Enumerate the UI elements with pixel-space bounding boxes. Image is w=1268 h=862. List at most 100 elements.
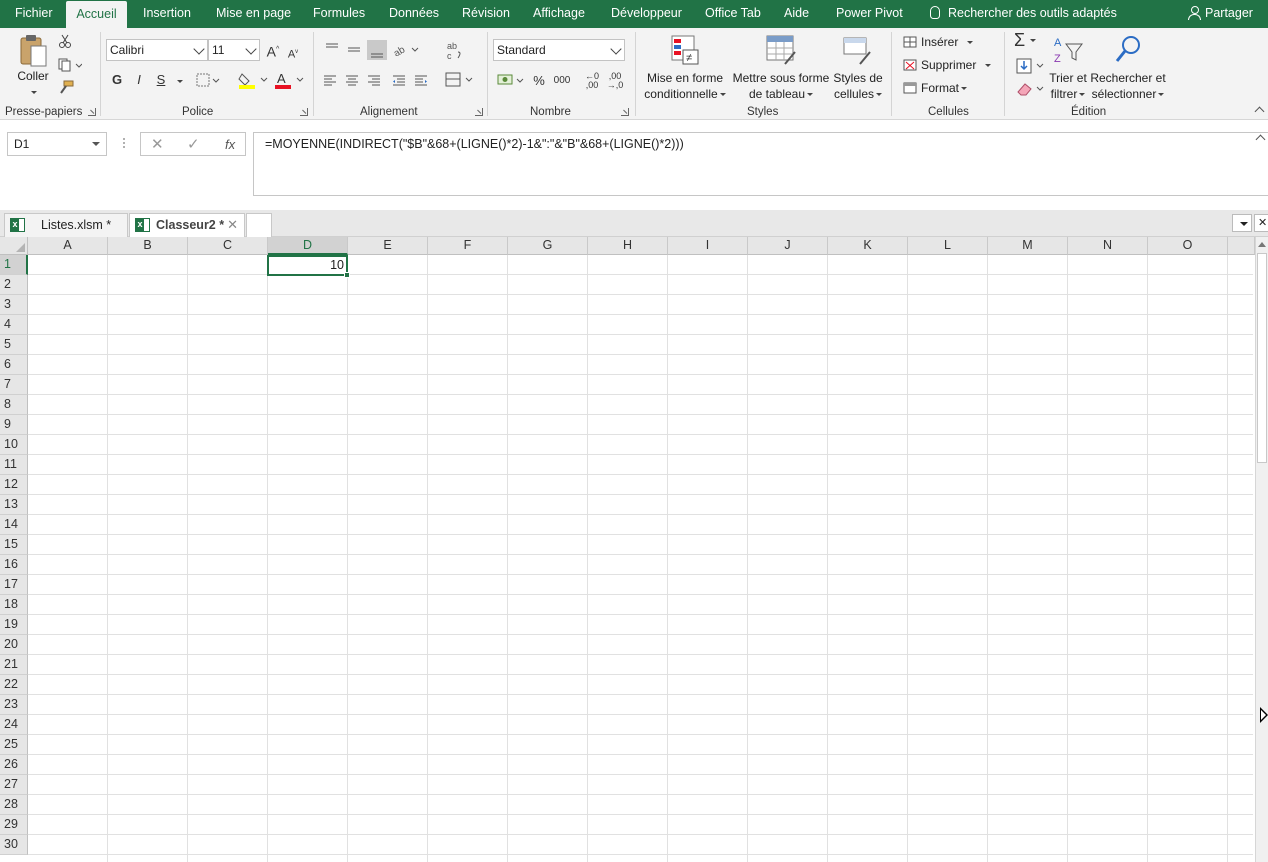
row-header[interactable]: 16 xyxy=(0,555,28,575)
horizontal-align-icons[interactable] xyxy=(323,74,441,88)
tab-developpeur[interactable]: Développeur xyxy=(611,0,682,28)
tab-fichier[interactable]: Fichier xyxy=(15,0,53,28)
italic-button[interactable]: I xyxy=(132,72,146,88)
column-header-c[interactable]: C xyxy=(188,237,268,255)
delete-cells-button[interactable]: Supprimer xyxy=(903,57,992,73)
row-header[interactable]: 3 xyxy=(0,295,28,315)
column-header-d[interactable]: D xyxy=(268,237,348,255)
row-header[interactable]: 15 xyxy=(0,535,28,555)
row-header[interactable]: 23 xyxy=(0,695,28,715)
copy-icon[interactable] xyxy=(58,58,82,72)
row-header[interactable]: 6 xyxy=(0,355,28,375)
format-cells-button[interactable]: Format xyxy=(903,80,968,96)
tab-mise-en-page[interactable]: Mise en page xyxy=(216,0,291,28)
bold-button[interactable]: G xyxy=(110,72,124,88)
row-header[interactable]: 5 xyxy=(0,335,28,355)
find-select-button[interactable]: Rechercher et sélectionner xyxy=(1090,34,1166,102)
column-header-l[interactable]: L xyxy=(908,237,988,255)
tab-affichage[interactable]: Affichage xyxy=(533,0,585,28)
merge-center-icon[interactable] xyxy=(445,72,475,88)
row-header[interactable]: 20 xyxy=(0,635,28,655)
conditional-formatting-button[interactable]: ≠ Mise en forme conditionnelle xyxy=(641,34,729,102)
cancel-icon[interactable]: ✕ xyxy=(151,135,164,153)
cell-area[interactable]: 10 xyxy=(28,255,1253,862)
column-header-k[interactable]: K xyxy=(828,237,908,255)
cell-styles-button[interactable]: Styles de cellules xyxy=(831,34,885,102)
format-painter-icon[interactable] xyxy=(58,80,74,94)
row-header[interactable]: 19 xyxy=(0,615,28,635)
insert-function-button[interactable]: fx xyxy=(225,137,235,152)
scissors-icon[interactable] xyxy=(58,34,72,48)
search-tools[interactable]: Rechercher des outils adaptés xyxy=(930,0,1117,28)
tab-insertion[interactable]: Insertion xyxy=(143,0,191,28)
row-header[interactable]: 7 xyxy=(0,375,28,395)
column-header-h[interactable]: H xyxy=(588,237,668,255)
row-header[interactable]: 11 xyxy=(0,455,28,475)
fill-color-icon[interactable] xyxy=(238,71,268,89)
insert-cells-button[interactable]: Insérer xyxy=(903,34,974,50)
scrollbar-thumb[interactable] xyxy=(1257,253,1267,463)
column-header-j[interactable]: J xyxy=(748,237,828,255)
row-header[interactable]: 21 xyxy=(0,655,28,675)
collapse-ribbon-icon[interactable] xyxy=(1254,106,1265,117)
row-header[interactable]: 14 xyxy=(0,515,28,535)
column-header-m[interactable]: M xyxy=(988,237,1068,255)
new-tab-button[interactable] xyxy=(246,213,272,237)
autosum-icon[interactable]: Σ xyxy=(1014,31,1050,49)
tab-office-tab[interactable]: Office Tab xyxy=(705,0,761,28)
tab-revision[interactable]: Révision xyxy=(462,0,510,28)
increase-decimal-icon[interactable]: ←0,00 xyxy=(582,72,602,90)
currency-icon[interactable] xyxy=(497,72,525,90)
vertical-scrollbar[interactable] xyxy=(1255,237,1268,862)
font-size-select[interactable]: 11 xyxy=(208,39,260,61)
active-cell[interactable]: 10 xyxy=(267,255,350,278)
eraser-icon[interactable] xyxy=(1016,81,1046,97)
fill-icon[interactable] xyxy=(1016,58,1046,74)
column-header-o[interactable]: O xyxy=(1148,237,1228,255)
enter-icon[interactable]: ✓ xyxy=(187,135,200,153)
row-header[interactable]: 17 xyxy=(0,575,28,595)
column-header-b[interactable]: B xyxy=(108,237,188,255)
percent-button[interactable]: % xyxy=(531,73,547,89)
column-header-e[interactable]: E xyxy=(348,237,428,255)
tab-donnees[interactable]: Données xyxy=(389,0,439,28)
wrap-text-icon[interactable]: abc xyxy=(447,40,463,60)
tab-accueil[interactable]: Accueil xyxy=(66,1,127,28)
font-color-icon[interactable]: A xyxy=(274,71,304,89)
borders-icon[interactable] xyxy=(196,73,220,87)
scroll-up-icon[interactable] xyxy=(1258,242,1266,247)
row-header[interactable]: 2 xyxy=(0,275,28,295)
fill-handle[interactable] xyxy=(344,272,350,278)
select-all-button[interactable] xyxy=(0,237,28,255)
row-header[interactable]: 13 xyxy=(0,495,28,515)
row-header[interactable]: 10 xyxy=(0,435,28,455)
column-header-g[interactable]: G xyxy=(508,237,588,255)
orientation-icon[interactable]: ab xyxy=(393,42,419,56)
row-header[interactable]: 9 xyxy=(0,415,28,435)
row-header[interactable]: 26 xyxy=(0,755,28,775)
row-header[interactable]: 27 xyxy=(0,775,28,795)
tab-power-pivot[interactable]: Power Pivot xyxy=(836,0,903,28)
row-header[interactable]: 18 xyxy=(0,595,28,615)
row-header[interactable]: 24 xyxy=(0,715,28,735)
row-header[interactable]: 28 xyxy=(0,795,28,815)
column-header-a[interactable]: A xyxy=(28,237,108,255)
row-header[interactable]: 29 xyxy=(0,815,28,835)
underline-button[interactable]: S xyxy=(154,72,168,88)
grow-font-icon[interactable]: A^ xyxy=(266,42,280,60)
number-launcher[interactable] xyxy=(621,108,629,116)
font-name-select[interactable]: Calibri xyxy=(106,39,208,61)
row-header[interactable]: 30 xyxy=(0,835,28,855)
workbook-tab-listes[interactable]: Listes.xlsm * xyxy=(4,213,128,237)
sort-filter-button[interactable]: A Z Trier et filtrer xyxy=(1048,34,1088,102)
vertical-align-icons[interactable] xyxy=(323,40,403,60)
tab-formules[interactable]: Formules xyxy=(313,0,365,28)
paste-button[interactable]: Coller xyxy=(12,34,54,98)
decrease-decimal-icon[interactable]: ,00 →,0 xyxy=(605,72,625,90)
column-header-i[interactable]: I xyxy=(668,237,748,255)
close-icon[interactable]: ✕ xyxy=(227,214,238,236)
format-as-table-button[interactable]: Mettre sous forme de tableau xyxy=(731,34,831,102)
column-header-f[interactable]: F xyxy=(428,237,508,255)
row-header[interactable]: 4 xyxy=(0,315,28,335)
share-button[interactable]: Partager xyxy=(1188,0,1253,28)
